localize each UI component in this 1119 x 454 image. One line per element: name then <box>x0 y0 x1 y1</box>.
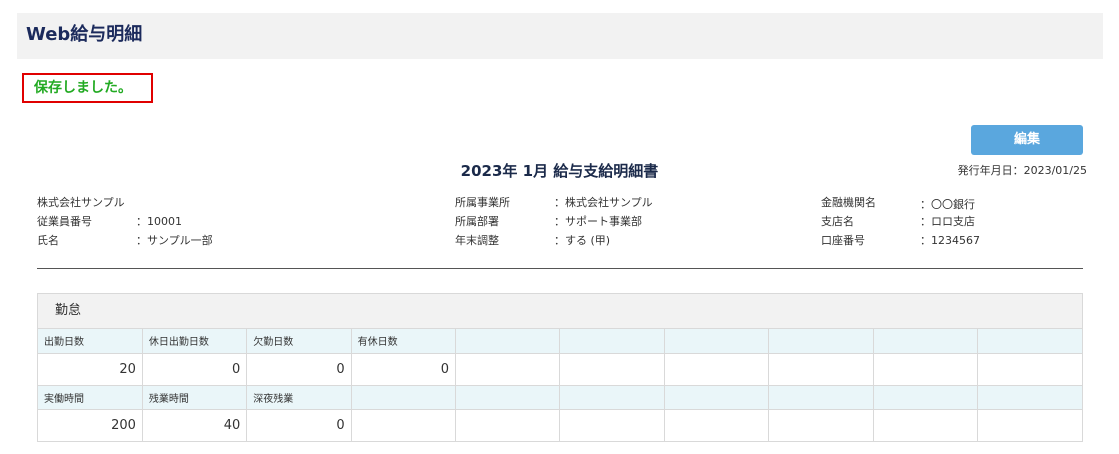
table-cell-value <box>768 352 874 386</box>
table-cell-label <box>872 384 979 410</box>
table-cell-label: 残業時間 <box>141 384 248 410</box>
table-cell-label <box>663 329 770 354</box>
table-cell-value <box>455 352 561 386</box>
table-row: 出勤日数 休日出勤日数 欠勤日数 有休日数 <box>38 329 1082 354</box>
table-cell-label <box>977 384 1082 410</box>
table-cell-value <box>350 408 457 441</box>
app-title: Web給与明細 <box>26 24 143 45</box>
table-cell-value <box>872 408 979 441</box>
table-cell-value <box>559 352 665 386</box>
table-row: 200 40 0 <box>38 408 1082 441</box>
table-cell-value <box>559 408 665 441</box>
table-cell-value <box>663 352 770 386</box>
table-cell-label: 有休日数 <box>350 329 457 354</box>
table-cell-label <box>663 384 770 410</box>
table-cell-label <box>455 329 561 354</box>
table-cell-label <box>559 329 665 354</box>
table-cell-value: 0 <box>246 352 352 386</box>
bank-label: 金融機関名 <box>821 196 876 209</box>
office-label: 所属事業所 <box>455 196 510 209</box>
section-divider <box>37 268 1083 269</box>
company-name: 株式会社サンプル <box>37 196 125 209</box>
table-cell-value: 200 <box>38 408 143 441</box>
dept-label: 所属部署 <box>455 215 499 228</box>
year-end-label: 年末調整 <box>455 234 499 247</box>
account-value: ：1234567 <box>920 234 980 247</box>
table-cell-label <box>559 384 665 410</box>
branch-value: ：ロロ支店 <box>920 215 975 228</box>
table-cell-label: 休日出勤日数 <box>141 329 248 354</box>
table-cell-label <box>350 384 457 410</box>
year-end-value: ：する (甲) <box>554 234 611 247</box>
table-cell-value <box>663 408 770 441</box>
table-row: 20 0 0 0 <box>38 352 1082 386</box>
employee-no-value: ：10001 <box>136 215 182 228</box>
office-value: ：株式会社サンプル <box>554 196 653 209</box>
table-cell-value <box>455 408 561 441</box>
table-cell-value: 0 <box>246 408 352 441</box>
name-label: 氏名 <box>37 234 59 247</box>
attendance-section: 勤怠 出勤日数 休日出勤日数 欠勤日数 有休日数 20 0 0 0 実働時間 残… <box>37 293 1083 442</box>
account-label: 口座番号 <box>821 234 865 247</box>
table-cell-label <box>768 384 874 410</box>
table-cell-label: 深夜残業 <box>246 384 352 410</box>
table-cell-value: 0 <box>141 352 248 386</box>
save-success-message: 保存しました。 <box>22 73 153 103</box>
office-info: 所属事業所 ：株式会社サンプル 所属部署 ：サポート事業部 年末調整 ：する (… <box>455 193 755 253</box>
table-cell-value <box>768 408 874 441</box>
attendance-table: 出勤日数 休日出勤日数 欠勤日数 有休日数 20 0 0 0 実働時間 残業時間 <box>38 329 1082 441</box>
dept-value: ：サポート事業部 <box>554 215 642 228</box>
employee-info: 株式会社サンプル 従業員番号 ：10001 氏名 ：サンプル一部 <box>37 193 337 253</box>
document-title: 2023年 1月 給与支給明細書 <box>460 162 659 180</box>
table-cell-value: 40 <box>141 408 248 441</box>
issue-date: 発行年月日：2023/01/25 <box>957 164 1087 177</box>
table-cell-label <box>872 329 979 354</box>
edit-button[interactable]: 編集 <box>971 125 1083 155</box>
name-value: ：サンプル一部 <box>136 234 213 247</box>
table-cell-value <box>872 352 979 386</box>
table-cell-label <box>768 329 874 354</box>
table-cell-value <box>977 352 1082 386</box>
table-cell-label <box>455 384 561 410</box>
table-cell-label: 出勤日数 <box>38 329 143 354</box>
table-cell-value: 0 <box>350 352 457 386</box>
table-cell-label: 欠勤日数 <box>246 329 352 354</box>
table-cell-value: 20 <box>38 352 143 386</box>
table-row: 実働時間 残業時間 深夜残業 <box>38 384 1082 410</box>
branch-label: 支店名 <box>821 215 854 228</box>
attendance-title: 勤怠 <box>38 294 1082 329</box>
table-cell-label <box>977 329 1082 354</box>
bank-info: 金融機関名 ：〇〇銀行 支店名 ：ロロ支店 口座番号 ：1234567 <box>821 193 1081 253</box>
table-cell-value <box>977 408 1082 441</box>
app-header: Web給与明細 <box>17 13 1103 59</box>
employee-no-label: 従業員番号 <box>37 215 92 228</box>
table-cell-label: 実働時間 <box>38 384 143 410</box>
